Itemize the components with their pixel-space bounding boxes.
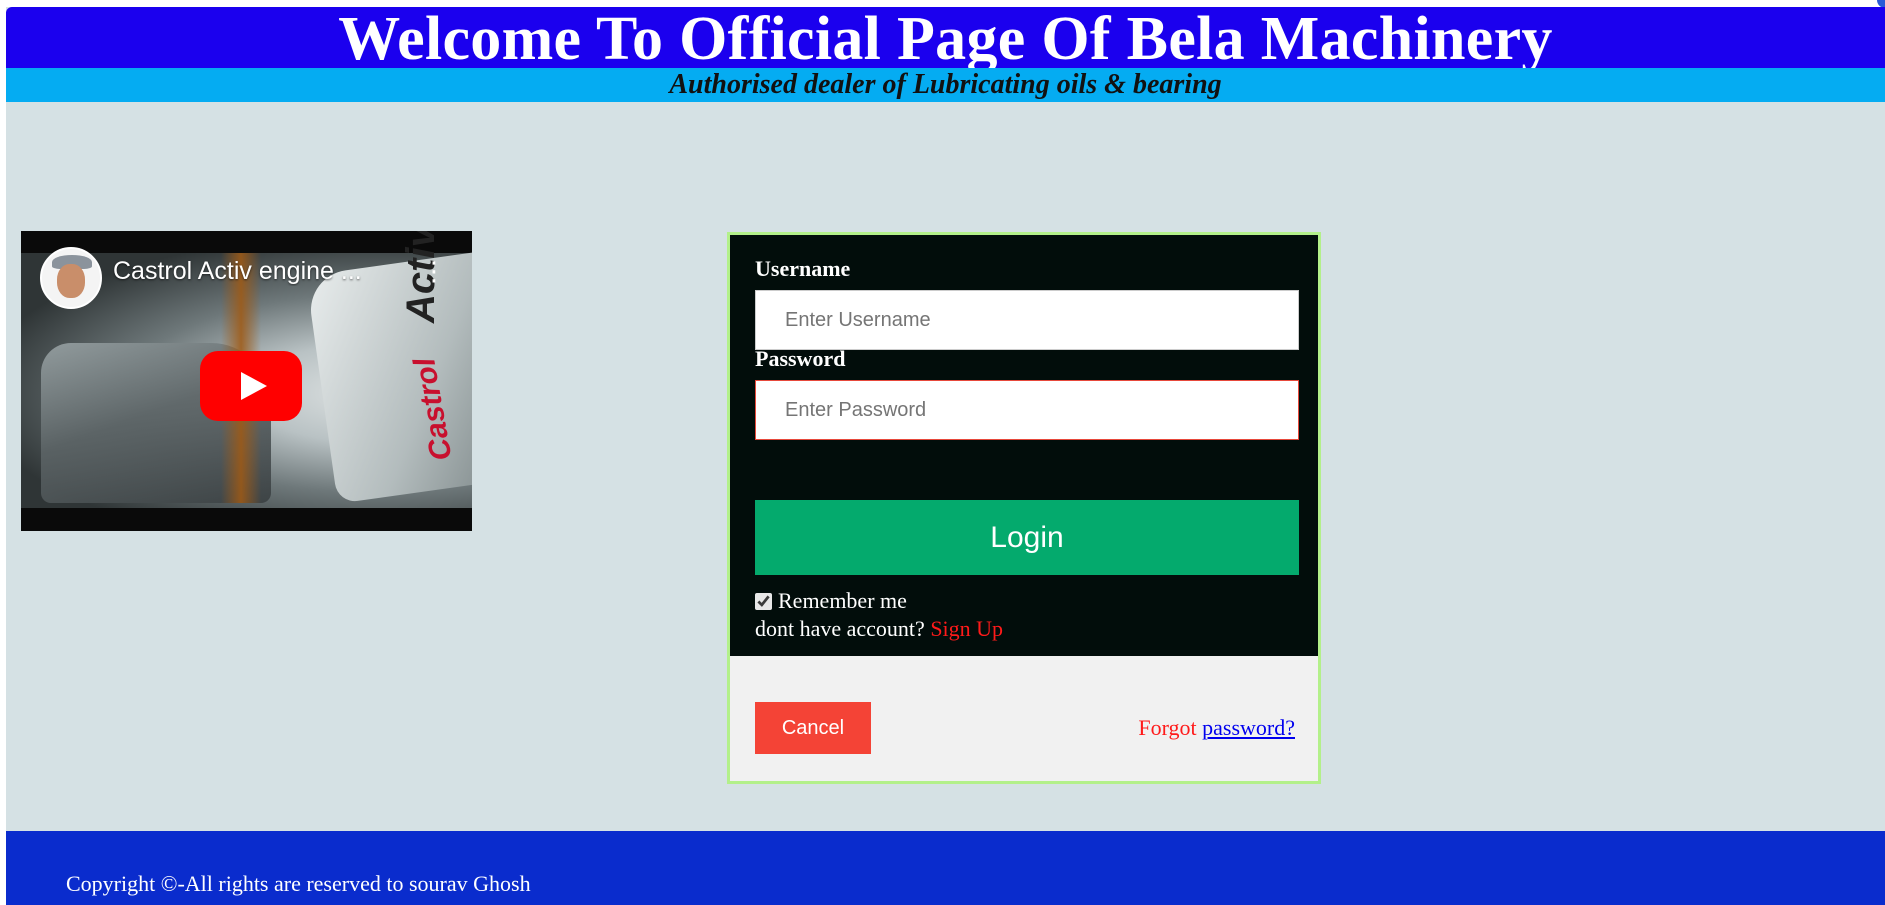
remember-me-label: Remember me	[778, 588, 907, 613]
site-footer: Copyright ©-All rights are reserved to s…	[6, 831, 1885, 905]
username-input[interactable]	[755, 290, 1299, 350]
password-input[interactable]	[755, 380, 1299, 440]
forgot-password: Forgot password?	[1138, 715, 1295, 741]
site-subheader: Authorised dealer of Lubricating oils & …	[6, 68, 1885, 102]
page-frame: Welcome To Official Page Of Bela Machine…	[6, 7, 1885, 905]
page-subtitle: Authorised dealer of Lubricating oils & …	[669, 69, 1222, 100]
cancel-button[interactable]: Cancel	[755, 702, 871, 754]
username-label: Username	[755, 256, 851, 281]
remember-me-checkbox[interactable]	[755, 592, 772, 610]
login-button[interactable]: Login	[755, 500, 1299, 575]
no-account-text: dont have account?	[755, 616, 925, 641]
login-panel: Username Password Login Remember me dont…	[730, 235, 1318, 656]
remember-me: Remember me	[755, 588, 907, 614]
signup-link[interactable]: Sign Up	[930, 616, 1003, 641]
channel-avatar[interactable]	[40, 247, 102, 309]
play-icon	[241, 372, 267, 400]
forgot-text: Forgot	[1138, 715, 1197, 740]
video-title[interactable]: Castrol Activ engine ...	[113, 257, 413, 286]
play-button[interactable]	[200, 351, 302, 421]
copyright-text: Copyright ©-All rights are reserved to s…	[66, 871, 531, 896]
signup-prompt: dont have account? Sign Up	[755, 616, 1003, 642]
forgot-password-link[interactable]: password?	[1202, 715, 1295, 740]
youtube-embed[interactable]: Activ Castrol Castrol Activ engine ... ⋮	[21, 231, 472, 531]
page-title: Welcome To Official Page Of Bela Machine…	[338, 5, 1553, 73]
login-form: Username Password Login Remember me dont…	[727, 232, 1321, 784]
password-label: Password	[755, 346, 846, 371]
site-header: Welcome To Official Page Of Bela Machine…	[6, 5, 1885, 73]
avatar-face	[57, 264, 85, 298]
more-vert-icon[interactable]: ⋮	[421, 255, 447, 289]
thumbnail-bottle	[305, 252, 472, 504]
